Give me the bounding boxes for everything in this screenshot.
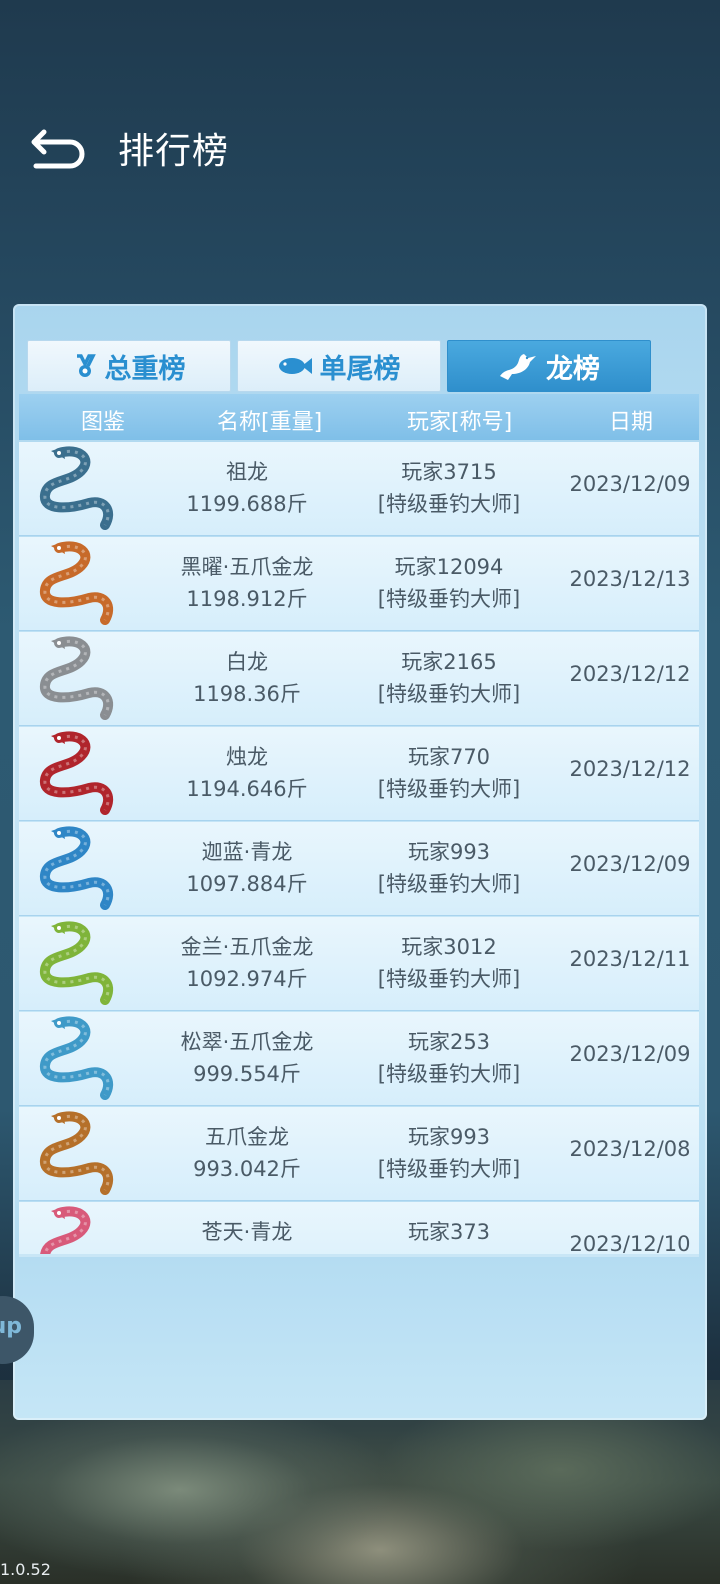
player-name: 玩家993 bbox=[407, 1125, 491, 1149]
tab-label: 总重榜 bbox=[104, 353, 186, 385]
fish-icon bbox=[278, 355, 312, 377]
player-title: [特级垂钓大师] bbox=[377, 682, 521, 706]
dragon-name: 烛龙 bbox=[226, 745, 268, 769]
player-name: 玩家373 bbox=[407, 1220, 491, 1244]
dragon-weight: 1097.884斤 bbox=[186, 872, 308, 896]
column-name: 名称[重量] bbox=[217, 410, 323, 435]
dragon-image bbox=[40, 1016, 114, 1100]
catch-date: 2023/12/12 bbox=[569, 757, 691, 781]
catch-date: 2023/12/09 bbox=[569, 472, 691, 496]
player-title: [特级垂钓大师] bbox=[377, 492, 521, 516]
table-row[interactable]: 祖龙 1199.688斤 玩家3715 [特级垂钓大师] 2023/12/09 bbox=[19, 442, 699, 536]
player-title: [特级垂钓大师] bbox=[377, 777, 521, 801]
back-arrow-icon bbox=[31, 129, 85, 169]
ranking-list[interactable]: 祖龙 1199.688斤 玩家3715 [特级垂钓大师] 2023/12/09 黑曜·五爪… bbox=[19, 442, 699, 1257]
page-title: 排行榜 bbox=[118, 131, 230, 172]
player-name: 玩家993 bbox=[407, 840, 491, 864]
back-button[interactable] bbox=[30, 118, 94, 174]
table-row[interactable]: 迦蓝·青龙 1097.884斤 玩家993 [特级垂钓大师] 2023/12/09 bbox=[19, 822, 699, 916]
player-title: [特级垂钓大师] bbox=[377, 872, 521, 896]
player-name: 玩家3012 bbox=[401, 935, 497, 959]
player-title: [特级垂钓大师] bbox=[377, 1062, 521, 1086]
column-player: 玩家[称号] bbox=[407, 410, 513, 435]
table-row[interactable]: 金兰·五爪金龙 1092.974斤 玩家3012 [特级垂钓大师] 2023/12/11 bbox=[19, 917, 699, 1011]
dragon-name: 五爪金龙 bbox=[205, 1125, 289, 1149]
tab-dragon[interactable]: 龙榜 bbox=[447, 340, 651, 392]
player-title: [特级垂钓大师] bbox=[377, 1157, 521, 1181]
table-row[interactable]: 松翠·五爪金龙 999.554斤 玩家253 [特级垂钓大师] 2023/12/09 bbox=[19, 1012, 699, 1106]
leaderboard-panel: 总重榜 单尾榜 龙榜 图鉴 名称[重量] 玩家[称号] 日期 祖龙 1199.68… bbox=[13, 304, 707, 1420]
table-row[interactable]: 白龙 1198.36斤 玩家2165 [特级垂钓大师] 2023/12/12 bbox=[19, 632, 699, 726]
table-row[interactable]: 黑曜·五爪金龙 1198.912斤 玩家12094 [特级垂钓大师] 2023/12/1… bbox=[19, 537, 699, 631]
tab-single-fish[interactable]: 单尾榜 bbox=[237, 340, 441, 392]
column-date: 日期 bbox=[609, 410, 654, 435]
dragon-weight: 999.554斤 bbox=[193, 1062, 301, 1086]
trophy-icon bbox=[73, 353, 97, 379]
player-title: [特级垂钓大师] bbox=[377, 967, 521, 991]
catch-date: 2023/12/08 bbox=[569, 1137, 691, 1161]
table-row[interactable]: 五爪金龙 993.042斤 玩家993 [特级垂钓大师] 2023/12/08 bbox=[19, 1107, 699, 1201]
dragon-weight: 993.042斤 bbox=[193, 1157, 301, 1181]
dragon-image bbox=[40, 921, 114, 1005]
table-row[interactable]: 苍天·青龙 玩家373 2023/12/10 bbox=[19, 1202, 699, 1256]
dragon-name: 迦蓝·青龙 bbox=[201, 840, 293, 864]
dragon-icon bbox=[498, 350, 538, 382]
catch-date: 2023/12/10 bbox=[569, 1232, 691, 1256]
dragon-image bbox=[40, 1111, 114, 1195]
dragon-weight: 1194.646斤 bbox=[186, 777, 308, 801]
tab-label: 龙榜 bbox=[546, 353, 600, 385]
dragon-name: 苍天·青龙 bbox=[201, 1220, 293, 1244]
version-label: 1.0.52 bbox=[0, 1560, 51, 1579]
catch-date: 2023/12/09 bbox=[569, 852, 691, 876]
dragon-image bbox=[40, 541, 114, 625]
dragon-image bbox=[40, 731, 114, 815]
dragon-name: 松翠·五爪金龙 bbox=[180, 1030, 314, 1054]
dragon-image bbox=[40, 1206, 91, 1254]
dragon-name: 黑曜·五爪金龙 bbox=[180, 555, 314, 579]
table-row[interactable]: 烛龙 1194.646斤 玩家770 [特级垂钓大师] 2023/12/12 bbox=[19, 727, 699, 821]
player-title: [特级垂钓大师] bbox=[377, 587, 521, 611]
dragon-weight: 1198.912斤 bbox=[186, 587, 308, 611]
tab-label: 单尾榜 bbox=[319, 353, 401, 385]
dragon-weight: 1092.974斤 bbox=[186, 967, 308, 991]
column-header: 图鉴 名称[重量] 玩家[称号] 日期 bbox=[19, 394, 699, 440]
column-image: 图鉴 bbox=[81, 410, 126, 435]
dragon-weight: 1198.36斤 bbox=[193, 682, 301, 706]
player-name: 玩家253 bbox=[407, 1030, 491, 1054]
tab-total-weight[interactable]: 总重榜 bbox=[27, 340, 231, 392]
dragon-image bbox=[40, 446, 114, 530]
catch-date: 2023/12/09 bbox=[569, 1042, 691, 1066]
player-name: 玩家2165 bbox=[401, 650, 497, 674]
side-button-label: up bbox=[0, 1314, 22, 1339]
dragon-name: 金兰·五爪金龙 bbox=[180, 935, 314, 959]
dragon-image bbox=[40, 826, 114, 910]
player-name: 玩家770 bbox=[407, 745, 491, 769]
catch-date: 2023/12/12 bbox=[569, 662, 691, 686]
catch-date: 2023/12/11 bbox=[569, 947, 691, 971]
header: 排行榜 bbox=[0, 110, 720, 180]
dragon-weight: 1199.688斤 bbox=[186, 492, 308, 516]
dragon-image bbox=[40, 636, 114, 720]
player-name: 玩家3715 bbox=[401, 460, 497, 484]
catch-date: 2023/12/13 bbox=[569, 567, 691, 591]
dragon-name: 白龙 bbox=[226, 650, 268, 674]
dragon-name: 祖龙 bbox=[226, 460, 268, 484]
player-name: 玩家12094 bbox=[394, 555, 504, 579]
tab-bar: 总重榜 单尾榜 龙榜 bbox=[27, 340, 694, 392]
